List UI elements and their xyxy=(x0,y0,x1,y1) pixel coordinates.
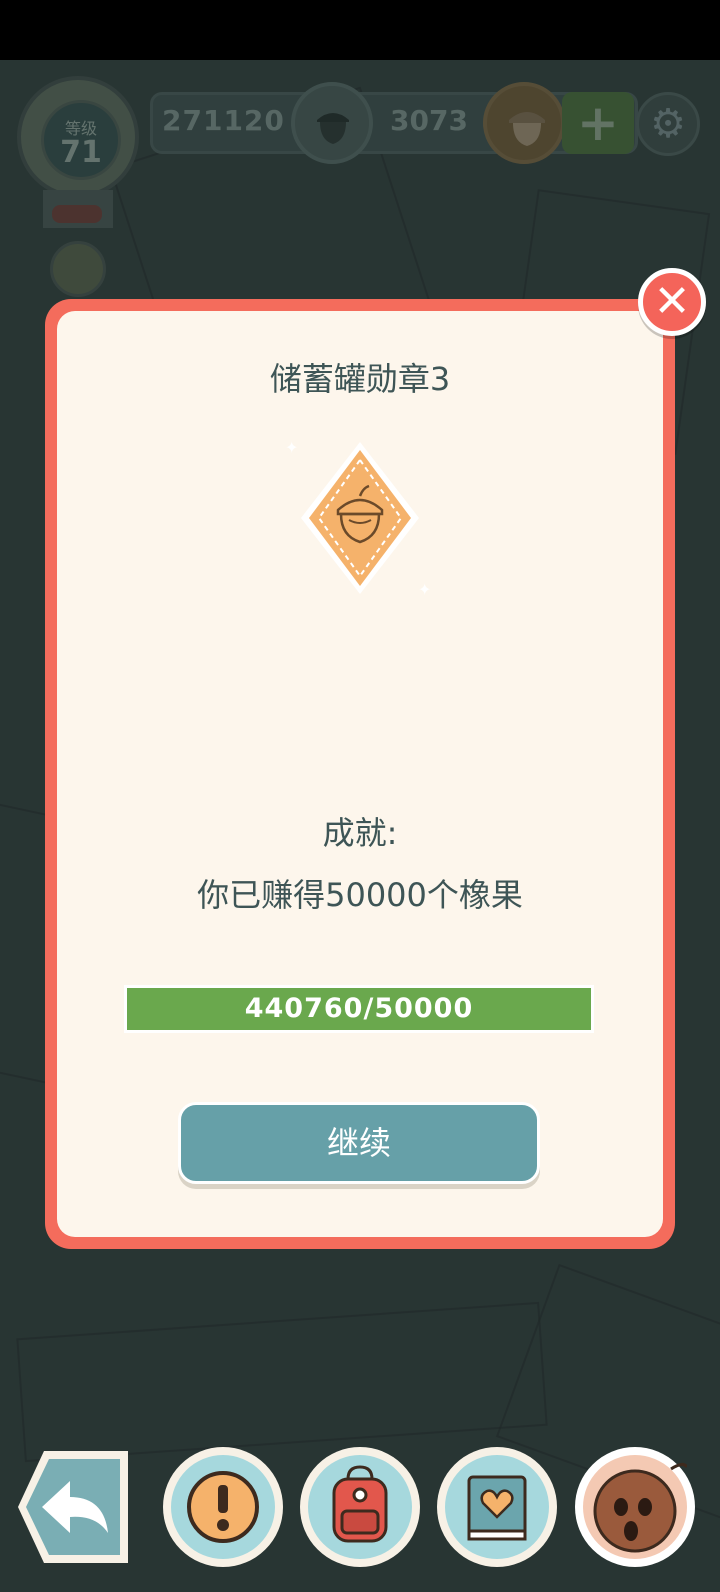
back-arrow-icon xyxy=(18,1451,128,1563)
collection-book-button[interactable] xyxy=(437,1447,557,1567)
alerts-button[interactable] xyxy=(163,1447,283,1567)
close-button[interactable]: ✕ xyxy=(638,268,706,336)
continue-label: 继续 xyxy=(326,1124,391,1162)
progress-bar: 440760/50000 xyxy=(124,985,594,1033)
sparkle-icon: ✦ xyxy=(285,438,299,457)
achievement-description: 你已赚得50000个橡果 xyxy=(197,876,523,914)
back-button[interactable] xyxy=(12,1447,132,1567)
backpack-button[interactable] xyxy=(300,1447,420,1567)
continue-button[interactable]: 继续 xyxy=(178,1102,540,1184)
character-button[interactable] xyxy=(575,1447,695,1567)
acorn-badge-icon xyxy=(295,438,425,598)
dialog-title: 储蓄罐勋章3 xyxy=(269,360,451,398)
status-bar xyxy=(0,0,720,60)
backpack-icon xyxy=(332,1465,388,1543)
coconut-character-icon xyxy=(593,1462,687,1553)
achievement-label: 成就: xyxy=(322,814,398,852)
progress-text: 440760/50000 xyxy=(244,993,474,1024)
sparkle-icon: ✦ xyxy=(418,580,432,599)
close-icon: ✕ xyxy=(653,276,691,327)
heart-book-icon xyxy=(467,1475,527,1541)
alert-icon xyxy=(187,1471,259,1543)
